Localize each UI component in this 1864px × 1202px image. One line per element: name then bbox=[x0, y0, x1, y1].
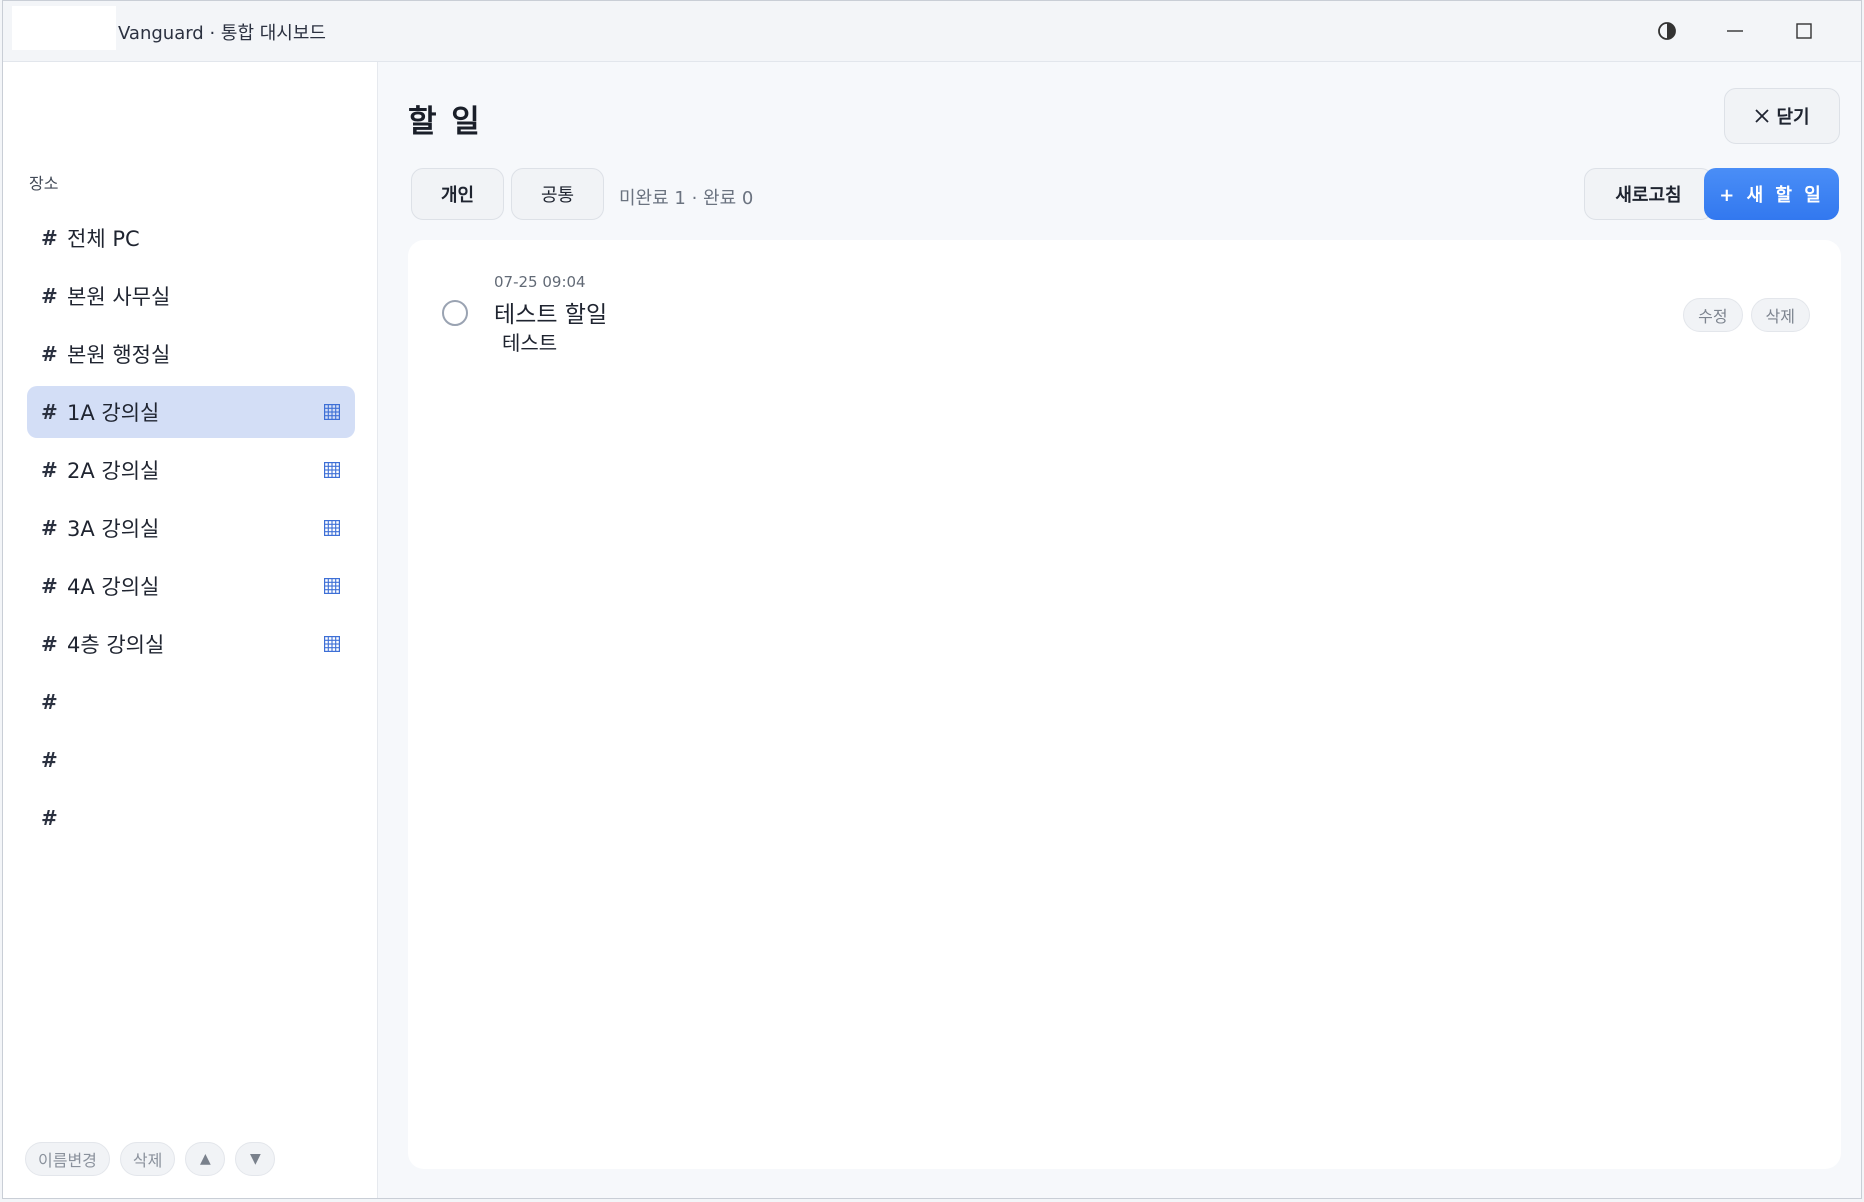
delete-todo-button[interactable]: 삭제 bbox=[1750, 298, 1810, 332]
app-window: Vanguard · 통합 대시보드 장소 # 전체 PC # 본원 사무실 #… bbox=[2, 0, 1862, 1199]
sidebar-item-label: 전체 PC bbox=[67, 227, 140, 251]
hash-icon: # bbox=[41, 458, 58, 482]
hash-icon: # bbox=[41, 748, 58, 772]
todo-title: 테스트 할일 bbox=[494, 302, 608, 328]
location-list: # 전체 PC # 본원 사무실 # 본원 행정실 #1A 강의실 #2A 강의실 #3A 강의… bbox=[27, 212, 355, 850]
maximize-icon bbox=[1796, 23, 1812, 39]
sidebar-item[interactable]: # bbox=[27, 792, 355, 844]
sidebar-footer: 이름변경 삭제 ▲ ▼ bbox=[25, 1142, 276, 1176]
title-bar: Vanguard · 통합 대시보드 bbox=[3, 1, 1861, 62]
grid-icon[interactable] bbox=[324, 636, 340, 652]
hash-icon: # bbox=[41, 690, 58, 714]
minimize-icon bbox=[1727, 30, 1743, 32]
hash-icon: # bbox=[41, 806, 58, 830]
sidebar-item[interactable]: #2A 강의실 bbox=[27, 444, 355, 496]
todo-description: 테스트 bbox=[502, 331, 558, 355]
refresh-button[interactable]: 새로고침 bbox=[1584, 168, 1713, 220]
hash-icon: # bbox=[41, 226, 58, 250]
theme-toggle-button[interactable] bbox=[1645, 11, 1689, 51]
sidebar-item-label: 3A 강의실 bbox=[67, 517, 160, 541]
sidebar-item[interactable]: #4층 강의실 bbox=[27, 618, 355, 670]
sidebar-item[interactable]: # bbox=[27, 734, 355, 786]
move-up-button[interactable]: ▲ bbox=[185, 1142, 226, 1176]
main-content: 할 일 닫기 개인 공통 미완료 1 · 완료 0 새로고침 + 새 할 일 0… bbox=[378, 62, 1861, 1198]
sidebar-item-label: 1A 강의실 bbox=[67, 401, 160, 425]
hash-icon: # bbox=[41, 632, 58, 656]
new-todo-button[interactable]: + 새 할 일 bbox=[1704, 168, 1839, 220]
grid-icon[interactable] bbox=[324, 462, 340, 478]
grid-icon[interactable] bbox=[324, 520, 340, 536]
tab-shared[interactable]: 공통 bbox=[511, 168, 604, 220]
maximize-button[interactable] bbox=[1782, 11, 1826, 51]
app-logo bbox=[12, 6, 116, 50]
sidebar-item[interactable]: #4A 강의실 bbox=[27, 560, 355, 612]
close-panel-label: 닫기 bbox=[1776, 107, 1810, 128]
edit-todo-button[interactable]: 수정 bbox=[1683, 298, 1743, 332]
delete-location-button[interactable]: 삭제 bbox=[119, 1142, 176, 1176]
todo-item: 07-25 09:04 테스트 할일 테스트 수정 삭제 bbox=[408, 240, 1841, 360]
sidebar-item-label: 4층 강의실 bbox=[67, 633, 165, 657]
move-down-button[interactable]: ▼ bbox=[235, 1142, 276, 1176]
sidebar-item[interactable]: # bbox=[27, 676, 355, 728]
todo-timestamp: 07-25 09:04 bbox=[494, 273, 586, 291]
sidebar-item-label: 2A 강의실 bbox=[67, 459, 160, 483]
sidebar-item[interactable]: #1A 강의실 bbox=[27, 386, 355, 438]
close-panel-button[interactable]: 닫기 bbox=[1724, 88, 1840, 144]
hash-icon: # bbox=[41, 400, 58, 424]
sidebar-item-label: 4A 강의실 bbox=[67, 575, 160, 599]
todo-actions: 수정 삭제 bbox=[1683, 298, 1810, 332]
grid-icon[interactable] bbox=[324, 578, 340, 594]
window-close-button[interactable] bbox=[1851, 11, 1861, 51]
hash-icon: # bbox=[41, 574, 58, 598]
close-icon bbox=[1755, 109, 1770, 123]
todo-checkbox[interactable] bbox=[442, 300, 468, 326]
sidebar-item-label: 본원 행정실 bbox=[67, 343, 171, 367]
sidebar-item[interactable]: # 전체 PC bbox=[27, 212, 355, 264]
todo-list-panel: 07-25 09:04 테스트 할일 테스트 수정 삭제 bbox=[408, 240, 1841, 1169]
contrast-icon bbox=[1658, 22, 1676, 40]
sidebar-item[interactable]: # 본원 사무실 bbox=[27, 270, 355, 322]
sidebar-heading: 장소 bbox=[29, 174, 59, 193]
sidebar-item[interactable]: #3A 강의실 bbox=[27, 502, 355, 554]
hash-icon: # bbox=[41, 284, 58, 308]
page-title: 할 일 bbox=[408, 104, 482, 140]
tab-personal[interactable]: 개인 bbox=[411, 168, 504, 220]
hash-icon: # bbox=[41, 342, 58, 366]
sidebar: 장소 # 전체 PC # 본원 사무실 # 본원 행정실 #1A 강의실 #2A 강의실 #3A… bbox=[3, 62, 378, 1198]
sidebar-item[interactable]: # 본원 행정실 bbox=[27, 328, 355, 380]
grid-icon[interactable] bbox=[324, 404, 340, 420]
sidebar-item-label: 본원 사무실 bbox=[67, 285, 171, 309]
hash-icon: # bbox=[41, 516, 58, 540]
minimize-button[interactable] bbox=[1713, 11, 1757, 51]
todo-counts: 미완료 1 · 완료 0 bbox=[619, 188, 754, 209]
rename-button[interactable]: 이름변경 bbox=[25, 1142, 110, 1176]
window-title: Vanguard · 통합 대시보드 bbox=[118, 23, 326, 44]
